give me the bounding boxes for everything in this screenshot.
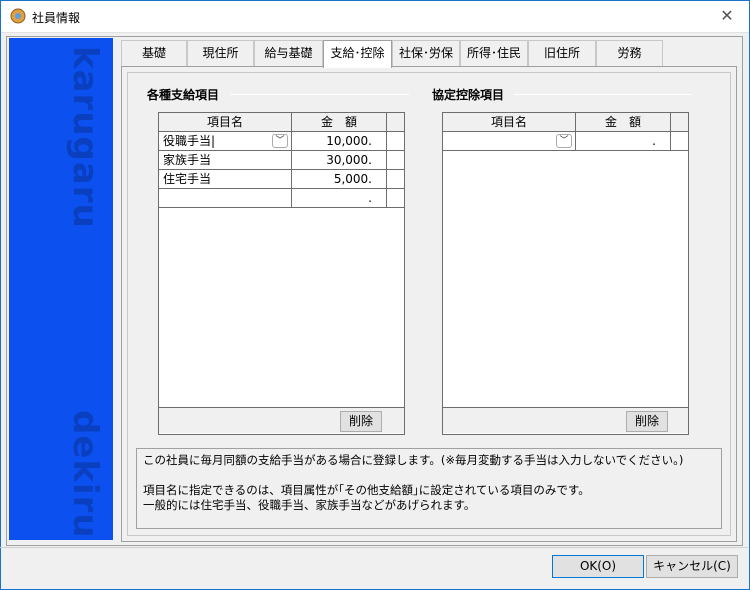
- footer-separator: [0, 547, 748, 548]
- table-row[interactable]: ﹀ .: [443, 132, 688, 151]
- tab-current-address[interactable]: 現住所: [187, 40, 254, 67]
- deduction-grid: 項目名 金 額 ﹀ . 削除: [442, 112, 689, 435]
- tab-salary-basic[interactable]: 給与基礎: [254, 40, 323, 67]
- allowance-row4-name[interactable]: [159, 189, 292, 207]
- chevron-down-icon[interactable]: ﹀: [556, 134, 572, 148]
- tab-basic[interactable]: 基礎: [121, 40, 187, 67]
- table-row[interactable]: .: [159, 189, 404, 208]
- allowance-delete-button[interactable]: 削除: [340, 411, 382, 432]
- deduction-group-line: [514, 94, 692, 95]
- allowance-row2-amount[interactable]: 30,000.: [292, 151, 387, 169]
- tab-income-resident[interactable]: 所得･住民: [460, 40, 528, 67]
- allowance-row2-name[interactable]: 家族手当: [159, 151, 292, 169]
- allowance-row1-amount[interactable]: 10,000.: [292, 132, 387, 150]
- window-title: 社員情報: [32, 11, 81, 25]
- allowance-row1-name[interactable]: 役職手当| ﹀: [159, 132, 292, 150]
- help-note: この社員に毎月同額の支給手当がある場合に登録します。(※毎月変動する手当は入力し…: [136, 448, 722, 529]
- allowance-group-line: [230, 94, 409, 95]
- deduction-delete-button[interactable]: 削除: [626, 411, 668, 432]
- close-icon[interactable]: ✕: [719, 8, 735, 24]
- deduction-row1-name[interactable]: ﹀: [443, 132, 576, 150]
- tab-former-address[interactable]: 旧住所: [528, 40, 596, 67]
- help-note-spacer: [143, 468, 715, 483]
- tab-social-insurance[interactable]: 社保･労保: [392, 40, 460, 67]
- table-row[interactable]: 役職手当| ﹀ 10,000.: [159, 132, 404, 151]
- allowance-grid-footer: 削除: [159, 407, 404, 433]
- deduction-grid-header: 項目名 金 額: [443, 113, 688, 132]
- brand-sidebar: karugaru dekiru: [9, 38, 113, 540]
- allowance-col-amount: 金 額: [292, 113, 387, 131]
- deduction-col-name: 項目名: [443, 113, 576, 131]
- title-separator: [1, 32, 749, 33]
- tab-labor[interactable]: 労務: [596, 40, 663, 67]
- allowance-col-name: 項目名: [159, 113, 292, 131]
- deduction-grid-footer: 削除: [443, 407, 688, 433]
- brand-word-bottom: dekiru: [65, 410, 105, 539]
- cancel-button[interactable]: キャンセル(C): [646, 555, 738, 578]
- tab-payment-deduction[interactable]: 支給･控除: [323, 40, 392, 68]
- allowance-row4-amount[interactable]: .: [292, 189, 387, 207]
- ok-button[interactable]: OK(O): [552, 555, 644, 578]
- allowance-row1-name-text: 役職手当|: [163, 134, 216, 148]
- brand-word-top: karugaru: [65, 46, 105, 229]
- app-icon: [10, 8, 26, 24]
- table-row[interactable]: 住宅手当 5,000.: [159, 170, 404, 189]
- chevron-down-icon[interactable]: ﹀: [272, 134, 288, 148]
- help-note-line1: この社員に毎月同額の支給手当がある場合に登録します。(※毎月変動する手当は入力し…: [143, 453, 684, 467]
- help-note-line3: 一般的には住宅手当、役職手当、家族手当などがあげられます。: [143, 498, 476, 512]
- allowance-row3-name[interactable]: 住宅手当: [159, 170, 292, 188]
- allowance-grid-header: 項目名 金 額: [159, 113, 404, 132]
- allowance-row3-amount[interactable]: 5,000.: [292, 170, 387, 188]
- deduction-col-amount: 金 額: [576, 113, 671, 131]
- title-bar: 社員情報 ✕: [1, 1, 749, 32]
- table-row[interactable]: 家族手当 30,000.: [159, 151, 404, 170]
- allowance-group-label: 各種支給項目: [147, 86, 226, 103]
- deduction-row1-amount[interactable]: .: [576, 132, 671, 150]
- allowance-grid: 項目名 金 額 役職手当| ﹀ 10,000. 家族手当 30,000. 住宅手…: [158, 112, 405, 435]
- help-note-line2: 項目名に指定できるのは、項目属性が｢その他支給額｣に設定されている項目のみです。: [143, 483, 590, 497]
- deduction-group-label: 協定控除項目: [432, 86, 511, 103]
